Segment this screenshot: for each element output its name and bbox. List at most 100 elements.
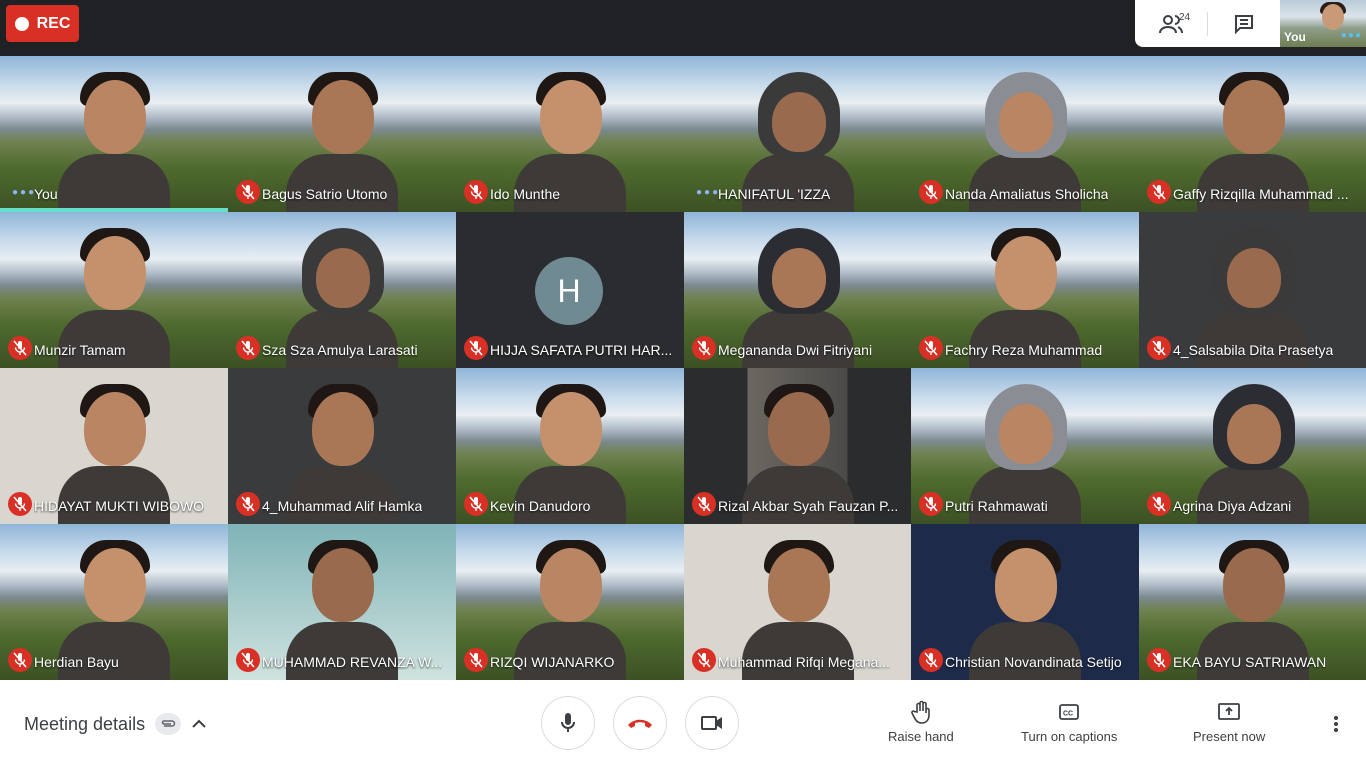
self-view-thumbnail[interactable]: You ●●● bbox=[1280, 0, 1366, 47]
participant-tile[interactable]: MUHAMMAD REVANZA W... bbox=[228, 524, 456, 680]
bottom-bar: Meeting details Raise hand CC Turn on ca… bbox=[0, 680, 1366, 768]
participant-tile[interactable]: Putri Rahmawati bbox=[911, 368, 1139, 524]
muted-mic-icon bbox=[464, 492, 488, 516]
participant-name: Kevin Danudoro bbox=[490, 498, 591, 514]
participant-tile[interactable]: ●●● HANIFATUL 'IZZA bbox=[684, 56, 911, 212]
participant-tile[interactable]: 4_Salsabila Dita Prasetya bbox=[1139, 212, 1366, 368]
muted-mic-icon bbox=[8, 492, 32, 516]
participant-tile[interactable]: Rizal Akbar Syah Fauzan P... bbox=[684, 368, 911, 524]
participant-name: Munzir Tamam bbox=[34, 342, 126, 358]
participant-body bbox=[286, 622, 398, 680]
participant-tile[interactable]: Gaffy Rizqilla Muhammad ... bbox=[1139, 56, 1366, 212]
captions-label: Turn on captions bbox=[1021, 729, 1118, 744]
muted-mic-icon bbox=[919, 180, 943, 204]
top-bar: REC 24 You ●●● bbox=[0, 0, 1366, 56]
participant-body bbox=[1196, 310, 1309, 368]
leave-call-button[interactable] bbox=[613, 696, 667, 750]
muted-mic-icon bbox=[464, 180, 488, 204]
more-vert-icon bbox=[1334, 716, 1338, 732]
participant-tile[interactable]: Sza Sza Amulya Larasati bbox=[228, 212, 456, 368]
participant-tile[interactable]: Muhammad Rifqi Megana... bbox=[684, 524, 911, 680]
participant-tile[interactable]: Bagus Satrio Utomo bbox=[228, 56, 456, 212]
chat-button[interactable] bbox=[1208, 0, 1280, 47]
participant-tile[interactable]: 4_Muhammad Alif Hamka bbox=[228, 368, 456, 524]
participant-tile[interactable]: EKA BAYU SATRIAWAN bbox=[1139, 524, 1366, 680]
participant-body bbox=[58, 310, 170, 368]
participant-face bbox=[540, 80, 602, 154]
raise-hand-button[interactable]: Raise hand bbox=[888, 700, 954, 744]
participant-tile[interactable]: Herdian Bayu bbox=[0, 524, 228, 680]
participant-tile[interactable]: RIZQI WIJANARKO bbox=[456, 524, 684, 680]
participant-face bbox=[312, 80, 374, 154]
participant-body bbox=[514, 622, 626, 680]
video-camera-icon bbox=[701, 716, 722, 730]
participant-body bbox=[286, 154, 398, 212]
participant-tile[interactable]: Megananda Dwi Fitriyani bbox=[684, 212, 911, 368]
muted-mic-icon bbox=[1147, 492, 1171, 516]
present-now-button[interactable]: Present now bbox=[1193, 700, 1265, 744]
participant-body bbox=[741, 154, 854, 212]
muted-mic-icon bbox=[1147, 336, 1171, 360]
participant-name: 4_Muhammad Alif Hamka bbox=[262, 498, 423, 514]
participant-name: HIDAYAT MUKTI WIBOWO bbox=[34, 498, 205, 514]
record-dot-icon bbox=[14, 16, 29, 31]
participant-tile[interactable]: Christian Novandinata Setijo bbox=[911, 524, 1139, 680]
participant-name: Fachry Reza Muhammad bbox=[945, 342, 1103, 358]
more-options-button[interactable] bbox=[1326, 714, 1346, 739]
participant-tile[interactable]: Agrina Diya Adzani bbox=[1139, 368, 1366, 524]
participant-tile[interactable]: HIDAYAT MUKTI WIBOWO bbox=[0, 368, 228, 524]
captions-button[interactable]: CC Turn on captions bbox=[1021, 700, 1117, 744]
participant-tile[interactable]: Ido Munthe bbox=[456, 56, 684, 212]
participant-name: Sza Sza Amulya Larasati bbox=[262, 342, 418, 358]
participant-body bbox=[58, 154, 170, 212]
meeting-details-button[interactable]: Meeting details bbox=[24, 713, 207, 735]
side-panel-buttons: 24 bbox=[1135, 0, 1280, 47]
muted-mic-icon bbox=[236, 180, 260, 204]
participant-tile[interactable]: H HIJJA SAFATA PUTRI HAR... bbox=[456, 212, 684, 368]
microphone-icon bbox=[561, 713, 575, 732]
participant-name: RIZQI WIJANARKO bbox=[490, 654, 615, 670]
participant-body bbox=[58, 622, 170, 680]
participant-face bbox=[1226, 248, 1281, 308]
muted-mic-icon bbox=[1147, 180, 1171, 204]
muted-mic-icon bbox=[692, 336, 716, 360]
speaking-indicator-icon: ●●● bbox=[12, 187, 37, 198]
participant-body bbox=[514, 154, 626, 212]
participant-body bbox=[286, 466, 398, 524]
camera-button[interactable] bbox=[685, 696, 739, 750]
participant-tile[interactable]: ●●● You bbox=[0, 56, 228, 212]
participant-name: Ido Munthe bbox=[490, 186, 561, 202]
participant-tile[interactable]: Fachry Reza Muhammad bbox=[911, 212, 1139, 368]
participant-name: Megananda Dwi Fitriyani bbox=[718, 342, 873, 358]
participant-face bbox=[316, 248, 370, 308]
participant-body bbox=[969, 154, 1081, 212]
participant-face bbox=[1222, 80, 1285, 154]
microphone-button[interactable] bbox=[541, 696, 595, 750]
participant-face bbox=[1222, 548, 1285, 622]
closed-captions-icon: CC bbox=[1059, 704, 1080, 720]
participant-face bbox=[771, 92, 826, 152]
self-view-label: You bbox=[1284, 30, 1306, 44]
participant-body bbox=[1196, 154, 1309, 212]
participant-name: Rizal Akbar Syah Fauzan P... bbox=[718, 498, 899, 514]
muted-mic-icon bbox=[8, 648, 32, 672]
participant-face bbox=[1226, 404, 1281, 464]
participants-count: 24 bbox=[1179, 12, 1191, 23]
participant-name: EKA BAYU SATRIAWAN bbox=[1173, 654, 1327, 670]
muted-mic-icon bbox=[236, 336, 260, 360]
participant-body bbox=[969, 622, 1081, 680]
chevron-up-icon bbox=[192, 719, 206, 728]
speaking-dots-icon: ●●● bbox=[1340, 30, 1362, 41]
participant-face bbox=[999, 404, 1053, 464]
participant-face bbox=[84, 236, 146, 310]
recording-indicator: REC bbox=[6, 5, 79, 42]
participant-tile[interactable]: Kevin Danudoro bbox=[456, 368, 684, 524]
participant-name: 4_Salsabila Dita Prasetya bbox=[1173, 342, 1334, 358]
participant-tile[interactable]: Munzir Tamam bbox=[0, 212, 228, 368]
participant-face bbox=[771, 248, 826, 308]
participant-tile[interactable]: Nanda Amaliatus Sholicha bbox=[911, 56, 1139, 212]
participant-video-feed bbox=[54, 62, 174, 212]
participant-face bbox=[995, 236, 1057, 310]
self-view-face bbox=[1322, 4, 1344, 30]
participants-button[interactable]: 24 bbox=[1135, 0, 1207, 47]
